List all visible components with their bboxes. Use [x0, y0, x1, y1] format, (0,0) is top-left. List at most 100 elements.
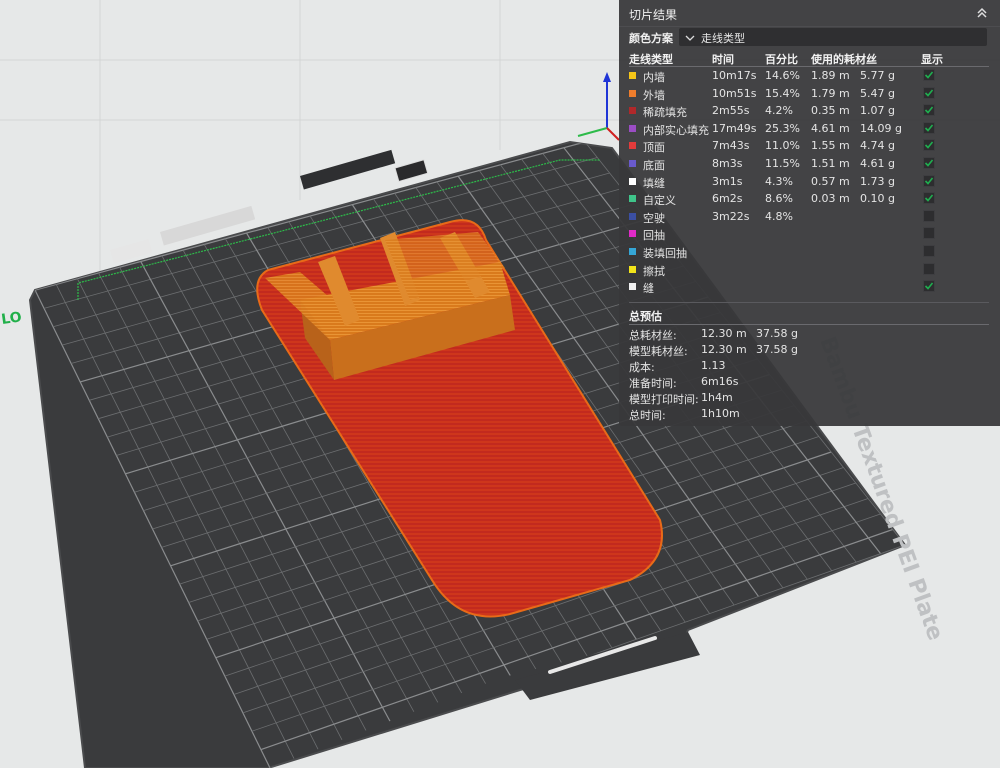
visibility-checkbox[interactable] — [923, 209, 935, 222]
color-swatch — [629, 107, 636, 115]
visibility-checkbox[interactable] — [923, 262, 935, 275]
visibility-checkbox[interactable] — [923, 86, 935, 99]
line-filament-length: 0.03 m — [811, 192, 850, 206]
line-type-name: 填缝 — [643, 176, 665, 190]
estimate-row: 总耗材丝: 12.30 m 37.58 g — [619, 326, 1000, 342]
line-type-row: 空驶 3m22s 4.8% — [619, 208, 1000, 225]
estimate-row: 总时间: 1h10m — [619, 406, 1000, 422]
estimate-value-secondary: 37.58 g — [756, 327, 798, 340]
visibility-checkbox[interactable] — [923, 174, 935, 187]
visibility-checkbox[interactable] — [923, 121, 935, 134]
column-header-time: 时间 — [712, 53, 734, 66]
line-percent: 25.3% — [765, 121, 800, 135]
line-time: 6m2s — [712, 192, 743, 206]
column-header-line-type: 走线类型 — [629, 53, 673, 66]
panel-header: 切片结果 — [619, 0, 1000, 27]
visibility-checkbox[interactable] — [923, 227, 935, 240]
line-percent: 15.4% — [765, 86, 800, 100]
color-swatch — [629, 248, 636, 255]
estimate-row: 成本: 1.13 — [619, 358, 1000, 374]
estimate-row: 模型打印时间: 1h4m — [619, 390, 1000, 406]
line-type-row: 内墙 10m17s 14.6% 1.89 m 5.77 g — [619, 67, 1000, 84]
line-filament-weight: 14.09 g — [860, 121, 902, 135]
visibility-checkbox[interactable] — [923, 139, 935, 152]
line-percent: 4.2% — [765, 104, 793, 118]
estimate-title: 总预估 — [629, 310, 662, 323]
estimate-value: 12.30 m — [701, 343, 747, 356]
line-type-row: 内部实心填充 17m49s 25.3% 4.61 m 14.09 g — [619, 120, 1000, 137]
line-type-name: 自定义 — [643, 194, 676, 208]
line-time: 8m3s — [712, 157, 743, 170]
line-filament-length: 1.55 m — [811, 139, 850, 153]
line-type-name: 装填回抽 — [643, 247, 687, 260]
line-type-name: 擦拭 — [643, 264, 665, 278]
color-scheme-label: 颜色方案 — [629, 32, 673, 45]
line-filament-weight: 5.77 g — [860, 69, 895, 82]
color-swatch — [629, 230, 636, 238]
visibility-checkbox[interactable] — [923, 280, 935, 293]
color-swatch — [629, 89, 636, 97]
color-swatch — [629, 160, 636, 167]
line-type-row: 缝 — [619, 278, 1000, 295]
color-swatch — [629, 212, 636, 220]
axis-label: LO — [0, 309, 22, 328]
line-type-row: 外墙 10m51s 15.4% 1.79 m 5.47 g — [619, 85, 1000, 102]
line-type-row: 擦拭 — [619, 261, 1000, 278]
line-percent: 11.5% — [765, 157, 800, 170]
estimate-label: 总耗材丝: — [629, 329, 677, 342]
visibility-checkbox[interactable] — [923, 157, 935, 169]
color-scheme-select[interactable]: 走线类型 — [679, 28, 987, 46]
line-time: 10m17s — [712, 69, 757, 82]
line-type-row: 装填回抽 — [619, 243, 1000, 260]
column-header-filament: 使用的耗材丝 — [811, 53, 877, 66]
line-percent: 8.6% — [765, 192, 793, 206]
color-swatch — [629, 142, 636, 150]
line-type-row: 自定义 6m2s 8.6% 0.03 m 0.10 g — [619, 190, 1000, 207]
line-percent: 4.3% — [765, 174, 793, 188]
line-filament-length: 0.57 m — [811, 174, 850, 188]
estimate-label: 准备时间: — [629, 377, 677, 390]
line-time: 3m1s — [712, 174, 743, 188]
line-type-name: 空驶 — [643, 211, 665, 225]
visibility-checkbox[interactable] — [923, 69, 935, 81]
line-type-name: 稀疏填充 — [643, 106, 687, 120]
estimate-label: 模型打印时间: — [629, 393, 699, 406]
estimate-value: 1h4m — [701, 391, 733, 404]
line-time: 3m22s — [712, 209, 750, 223]
estimate-row: 准备时间: 6m16s — [619, 374, 1000, 390]
estimate-value: 12.30 m — [701, 327, 747, 340]
estimate-row: 模型耗材丝: 12.30 m 37.58 g — [619, 342, 1000, 358]
estimate-divider — [629, 324, 989, 325]
slice-result-panel: 切片结果 颜色方案 走线类型 走线类型 时间 百分比 使用的耗材丝 显示 内墙 1… — [619, 0, 1000, 426]
line-filament-weight: 4.61 g — [860, 157, 895, 170]
estimate-value: 1.13 — [701, 359, 726, 372]
line-type-name: 缝 — [643, 282, 654, 296]
line-filament-weight: 5.47 g — [860, 86, 895, 100]
color-swatch — [629, 177, 636, 185]
line-time: 10m51s — [712, 86, 757, 100]
chevron-down-icon — [685, 32, 695, 45]
visibility-checkbox[interactable] — [923, 245, 935, 257]
line-filament-weight: 1.07 g — [860, 104, 895, 118]
estimate-value: 1h10m — [701, 407, 740, 420]
line-type-name: 回抽 — [643, 229, 665, 243]
line-type-name: 顶面 — [643, 141, 665, 155]
line-time: 2m55s — [712, 104, 750, 118]
estimate-label: 成本: — [629, 361, 655, 374]
color-scheme-value: 走线类型 — [701, 32, 745, 45]
line-filament-weight: 1.73 g — [860, 174, 895, 188]
color-swatch — [629, 265, 636, 273]
visibility-checkbox[interactable] — [923, 104, 935, 117]
visibility-checkbox[interactable] — [923, 192, 935, 205]
line-percent: 14.6% — [765, 69, 800, 82]
line-type-name: 外墙 — [643, 88, 665, 102]
column-header-percent: 百分比 — [765, 53, 798, 66]
line-filament-length: 1.89 m — [811, 69, 850, 82]
estimate-label: 模型耗材丝: — [629, 345, 688, 358]
line-type-name: 底面 — [643, 159, 665, 172]
line-time: 17m49s — [712, 121, 757, 135]
chevron-double-up-icon[interactable] — [974, 5, 990, 21]
estimate-value-secondary: 37.58 g — [756, 343, 798, 356]
line-type-row: 底面 8m3s 11.5% 1.51 m 4.61 g — [619, 155, 1000, 172]
line-type-row: 回抽 — [619, 225, 1000, 242]
